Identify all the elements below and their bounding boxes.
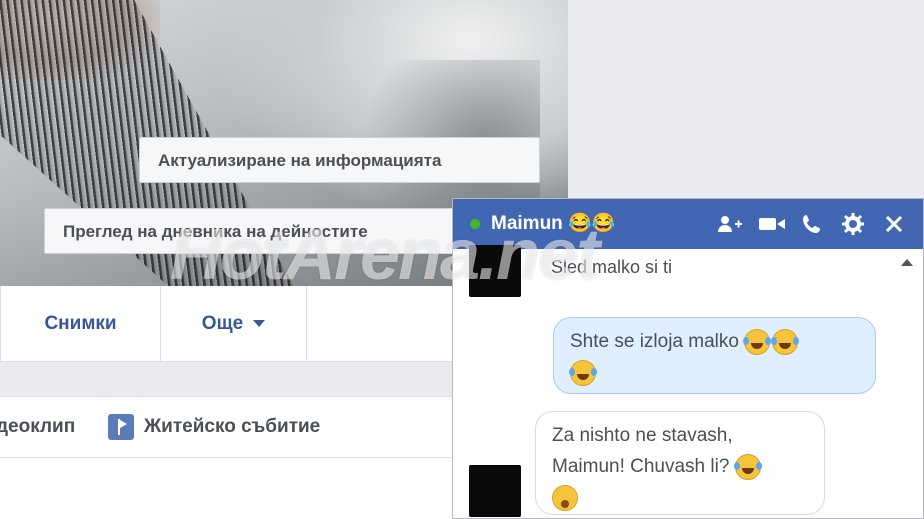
scroll-up-arrow-icon[interactable] bbox=[901, 259, 913, 266]
chat-messages[interactable]: Sled malko si ti Shte se izloja malko Za… bbox=[453, 245, 923, 518]
close-icon[interactable] bbox=[879, 211, 909, 237]
video-camera-icon[interactable] bbox=[757, 211, 787, 237]
tears-of-joy-emoji-icon bbox=[743, 328, 772, 355]
message-incoming: Za nishto ne stavash, Maimun! Chuvash li… bbox=[535, 411, 825, 515]
message-outgoing: Shte se izloja malko bbox=[553, 317, 876, 394]
chat-name-emojis: 😂😂 bbox=[568, 213, 616, 234]
life-event-flag-icon bbox=[108, 413, 134, 440]
update-info-button[interactable]: Актуализиране на информацията bbox=[139, 137, 540, 183]
tears-of-joy-emoji-icon bbox=[733, 453, 762, 480]
composer-video-option[interactable]: деоклип bbox=[0, 397, 75, 457]
tears-of-joy-emoji-icon bbox=[771, 328, 800, 355]
tab-more-label: Още bbox=[201, 313, 244, 334]
kiss-wink-emoji-icon bbox=[552, 484, 578, 511]
tears-of-joy-emoji-icon bbox=[569, 359, 597, 386]
contact-avatar[interactable] bbox=[469, 465, 521, 517]
caret-down-icon bbox=[253, 320, 266, 328]
online-status-dot bbox=[470, 219, 480, 229]
tab-photos[interactable]: Снимки bbox=[0, 286, 160, 361]
phone-icon[interactable] bbox=[797, 211, 827, 237]
message-text: Shte se izloja malko bbox=[570, 331, 739, 352]
contact-avatar[interactable] bbox=[469, 245, 521, 297]
chat-window[interactable]: Maimun 😂😂 Sled malko si ti Shte se izloj… bbox=[452, 198, 924, 519]
message-text-line: Maimun! Chuvash li? bbox=[552, 456, 730, 477]
chat-contact-name-text: Maimun bbox=[491, 213, 563, 234]
life-event-label: Житейско събитие bbox=[144, 416, 321, 437]
message-text-line: Za nishto ne stavash, bbox=[552, 425, 733, 446]
chat-contact-name[interactable]: Maimun 😂😂 bbox=[491, 199, 615, 249]
message-incoming: Sled malko si ti bbox=[551, 257, 673, 277]
activity-log-button[interactable]: Преглед на дневника на дейностите bbox=[44, 208, 504, 254]
composer-life-event-option[interactable]: Житейско събитие bbox=[108, 397, 320, 457]
gear-icon[interactable] bbox=[838, 211, 868, 237]
add-people-icon[interactable] bbox=[715, 211, 745, 237]
chat-header[interactable]: Maimun 😂😂 bbox=[453, 199, 923, 249]
tab-more[interactable]: Още bbox=[160, 286, 306, 361]
